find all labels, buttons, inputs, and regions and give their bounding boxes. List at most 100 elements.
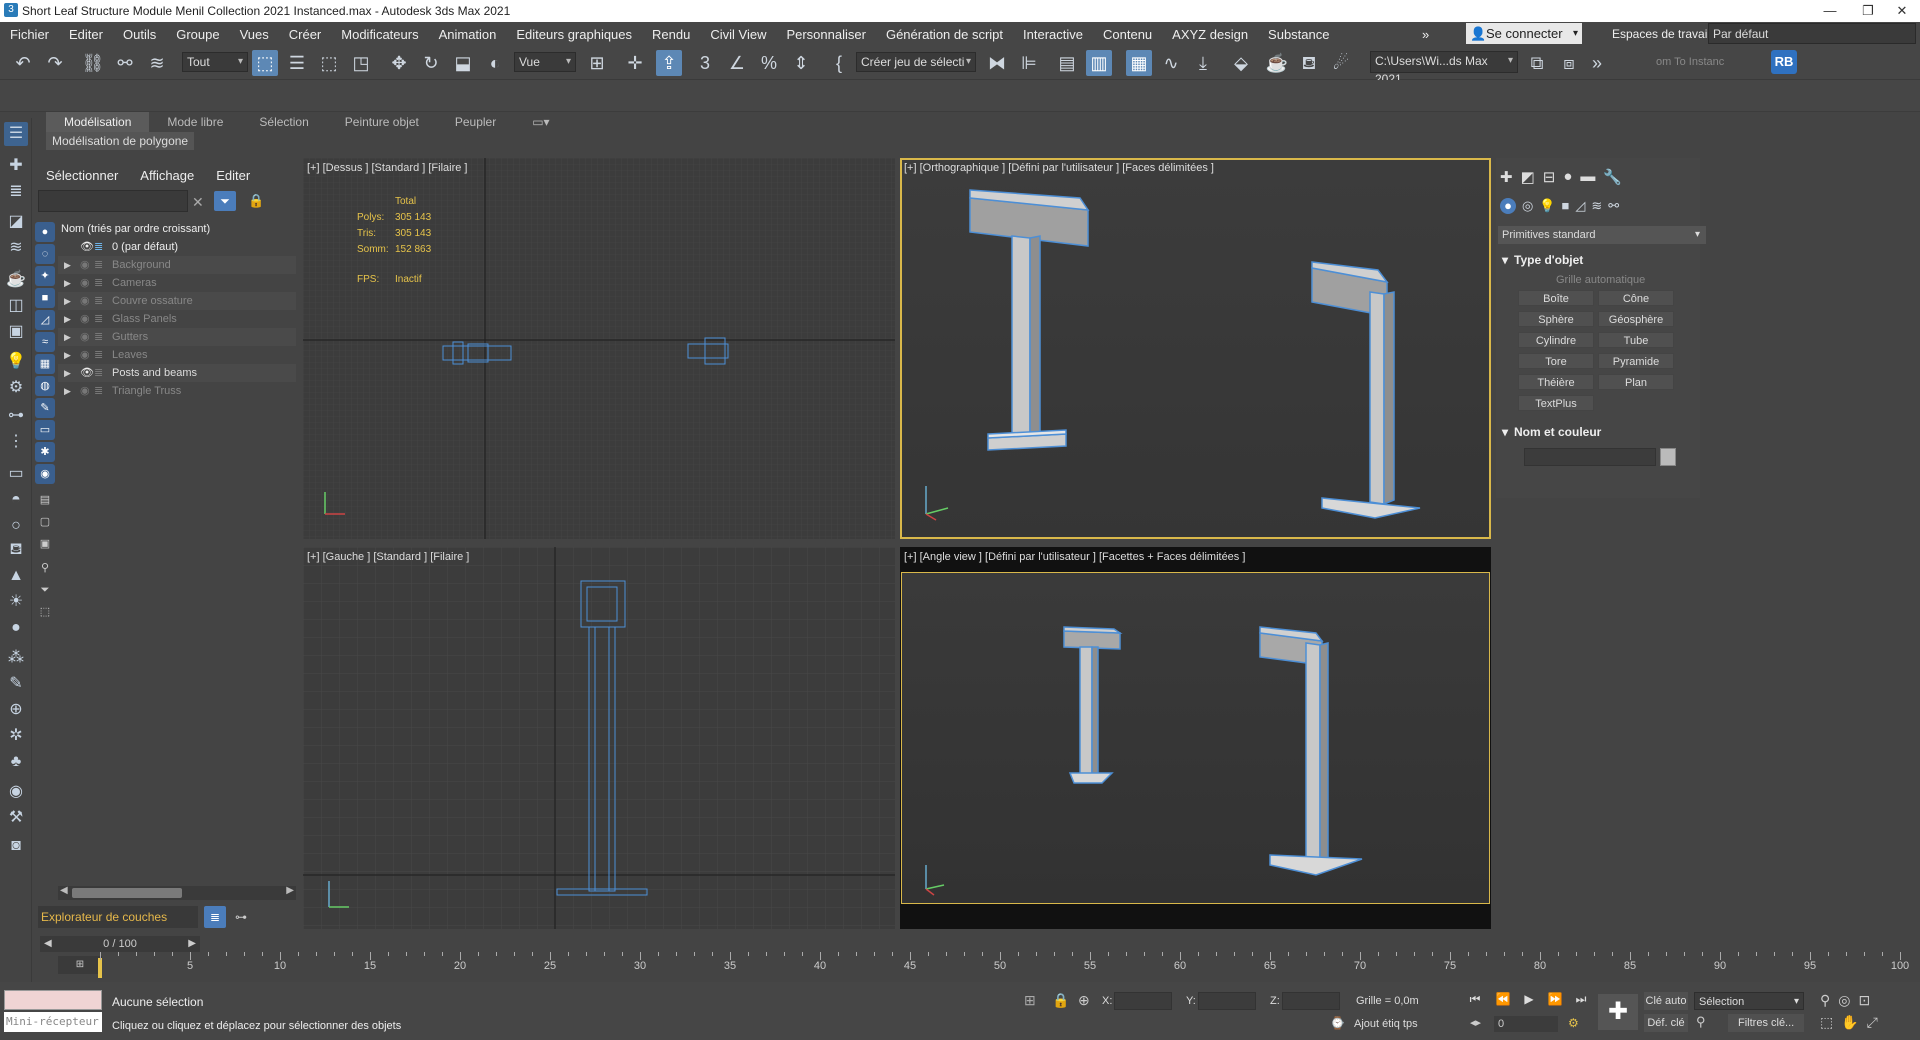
named-selection-dropdown[interactable]: Créer jeu de sélecti: [856, 52, 976, 72]
project-path-dropdown[interactable]: C:\Users\Wi...ds Max 2021: [1370, 51, 1518, 86]
manage-layers-icon[interactable]: ≋: [4, 236, 28, 260]
menu-animation[interactable]: Animation: [429, 27, 507, 42]
display-xrefs-icon[interactable]: ◍: [35, 376, 55, 396]
display-lights-icon[interactable]: ✦: [35, 266, 55, 286]
spinner-snap-icon[interactable]: ⇕: [788, 50, 814, 76]
y-coordinate-input[interactable]: [1198, 992, 1256, 1010]
time-config-icon[interactable]: ⚙: [1568, 1016, 1579, 1030]
eye-icon[interactable]: ◉: [80, 328, 90, 346]
select-by-name-icon[interactable]: ☰: [284, 50, 310, 76]
object-color-swatch[interactable]: [1660, 448, 1676, 466]
pyramid-button[interactable]: Pyramide: [1598, 353, 1674, 369]
explorer-type-dropdown[interactable]: Explorateur de couches: [38, 906, 198, 928]
time-cursor[interactable]: [98, 958, 102, 978]
teapot-button[interactable]: Théière: [1518, 374, 1594, 390]
layer-row[interactable]: ▶ ◉ ≣ Couvre ossature: [58, 292, 296, 310]
rendered-frame-icon[interactable]: ⛾: [1296, 50, 1322, 76]
menu-creer[interactable]: Créer: [279, 27, 332, 42]
shapes-icon[interactable]: ◎: [1522, 198, 1533, 214]
set-key-button[interactable]: Déf. clé: [1644, 1014, 1688, 1032]
menu-fichier[interactable]: Fichier: [0, 27, 59, 42]
light-icon[interactable]: 💡: [4, 350, 28, 374]
maxscript-listener[interactable]: [4, 990, 102, 1010]
eye-icon[interactable]: ◉: [80, 256, 90, 274]
key-filters-button[interactable]: Filtres clé...: [1728, 1014, 1804, 1032]
display-none-icon[interactable]: ▢: [35, 512, 55, 532]
explorer-search-input[interactable]: [38, 190, 188, 212]
sphere-icon[interactable]: ○: [4, 514, 28, 538]
tab-peinture-objet[interactable]: Peinture objet: [327, 112, 437, 132]
helpers-icon[interactable]: ⚙: [4, 376, 28, 400]
paint-icon[interactable]: ✎: [4, 672, 28, 696]
eye-icon[interactable]: ◉: [80, 346, 90, 364]
keyboard-shortcut-toggle-icon[interactable]: ⇪: [656, 50, 682, 76]
x-coordinate-input[interactable]: [1114, 992, 1172, 1010]
display-containers-icon[interactable]: ▭: [35, 420, 55, 440]
play-icon[interactable]: ▶: [1520, 990, 1538, 1008]
key-filter-icon[interactable]: ⚲: [1696, 1014, 1706, 1030]
filter-icon[interactable]: ⏷: [35, 580, 55, 600]
expand-arrow-icon[interactable]: ▶: [64, 310, 71, 328]
layer-row[interactable]: ▶ 👁 ≣ Posts and beams: [58, 364, 296, 382]
menu-interactive[interactable]: Interactive: [1013, 27, 1093, 42]
menu-civil-view[interactable]: Civil View: [700, 27, 776, 42]
expand-arrow-icon[interactable]: ▶: [64, 364, 71, 382]
snaps-toggle-icon[interactable]: 3: [692, 50, 718, 76]
rotate-icon[interactable]: ↻: [418, 50, 444, 76]
tab-modelisation[interactable]: Modélisation: [46, 112, 150, 132]
scroll-left-icon[interactable]: ◀: [60, 885, 68, 896]
time-slider[interactable]: ◀ 0 / 100 ▶: [40, 936, 200, 952]
expand-arrow-icon[interactable]: ▶: [64, 256, 71, 274]
unlink-icon[interactable]: ⚯: [112, 50, 138, 76]
teapot-primitive-icon[interactable]: ⛾: [4, 538, 28, 562]
plane-icon[interactable]: ▭: [4, 462, 28, 486]
menu-generation-script[interactable]: Génération de script: [876, 27, 1013, 42]
current-frame-input[interactable]: 0: [1494, 1016, 1558, 1032]
rectangular-selection-icon[interactable]: ⬚: [316, 50, 342, 76]
isolate-selection-icon[interactable]: ⊞: [1024, 992, 1036, 1009]
eye-icon[interactable]: ◉: [80, 310, 90, 328]
spacewarps-icon[interactable]: ≋: [1591, 198, 1602, 214]
goto-end-icon[interactable]: ⏭: [1572, 990, 1590, 1008]
undo-icon[interactable]: ↶: [10, 50, 36, 76]
foliage-icon[interactable]: ♣: [4, 750, 28, 774]
viewport-navigation-icons[interactable]: ⚲◎⊡: [1820, 992, 1878, 1009]
set-project-icon[interactable]: ⧈: [1556, 50, 1582, 76]
viewport-top-label[interactable]: [+] [Dessus ] [Standard ] [Filaire ]: [307, 162, 467, 174]
modify-tab-icon[interactable]: ◩: [1521, 168, 1535, 186]
auto-key-button[interactable]: Clé auto: [1644, 992, 1688, 1010]
textplus-button[interactable]: TextPlus: [1518, 395, 1594, 411]
menu-outils[interactable]: Outils: [113, 27, 166, 42]
cog-icon[interactable]: ✲: [4, 724, 28, 748]
render-production-icon[interactable]: ☄: [1328, 50, 1354, 76]
display-geometry-icon[interactable]: ●: [35, 222, 55, 242]
menu-axyz-design[interactable]: AXYZ design: [1162, 27, 1258, 42]
cone-button[interactable]: Cône: [1598, 290, 1674, 306]
tab-mode-libre[interactable]: Mode libre: [149, 112, 241, 132]
menu-contenu[interactable]: Contenu: [1093, 27, 1162, 42]
expand-arrow-icon[interactable]: ▶: [64, 292, 71, 310]
object-name-field[interactable]: [1524, 448, 1656, 466]
geometry-icon[interactable]: ●: [1500, 198, 1516, 214]
display-shapes-icon[interactable]: ◌: [35, 244, 55, 264]
scene-explorer-toggle-icon[interactable]: ☰: [4, 122, 28, 146]
reference-coordinate-dropdown[interactable]: Vue: [514, 52, 576, 72]
menu-rendu[interactable]: Rendu: [642, 27, 700, 42]
viewport-left[interactable]: [+] [Gauche ] [Standard ] [Filaire ]: [303, 547, 895, 929]
hierarchy-icon[interactable]: ⊶: [230, 906, 252, 928]
menu-more-icon[interactable]: »: [1412, 27, 1439, 42]
goto-start-icon[interactable]: ⏮: [1466, 990, 1484, 1008]
teapot-icon[interactable]: ☕: [4, 268, 28, 292]
box-button[interactable]: Boîte: [1518, 290, 1594, 306]
eye-icon[interactable]: ◉: [80, 274, 90, 292]
viewport-angle[interactable]: [+] [Angle view ] [Défini par l'utilisat…: [900, 547, 1491, 929]
layers-stack-icon[interactable]: ≣: [4, 180, 28, 204]
selection-filter-dropdown[interactable]: Tout: [182, 52, 248, 72]
graphite-ribbon-icon[interactable]: ▦: [1126, 50, 1152, 76]
viewport-orthographic[interactable]: [+] [Orthographique ] [Défini par l'util…: [900, 158, 1491, 539]
move-icon[interactable]: ✥: [386, 50, 412, 76]
expand-arrow-icon[interactable]: ▶: [64, 346, 71, 364]
layer-explorer-icon[interactable]: ≣: [204, 906, 226, 928]
display-bones-icon[interactable]: ✎: [35, 398, 55, 418]
z-coordinate-input[interactable]: [1282, 992, 1340, 1010]
